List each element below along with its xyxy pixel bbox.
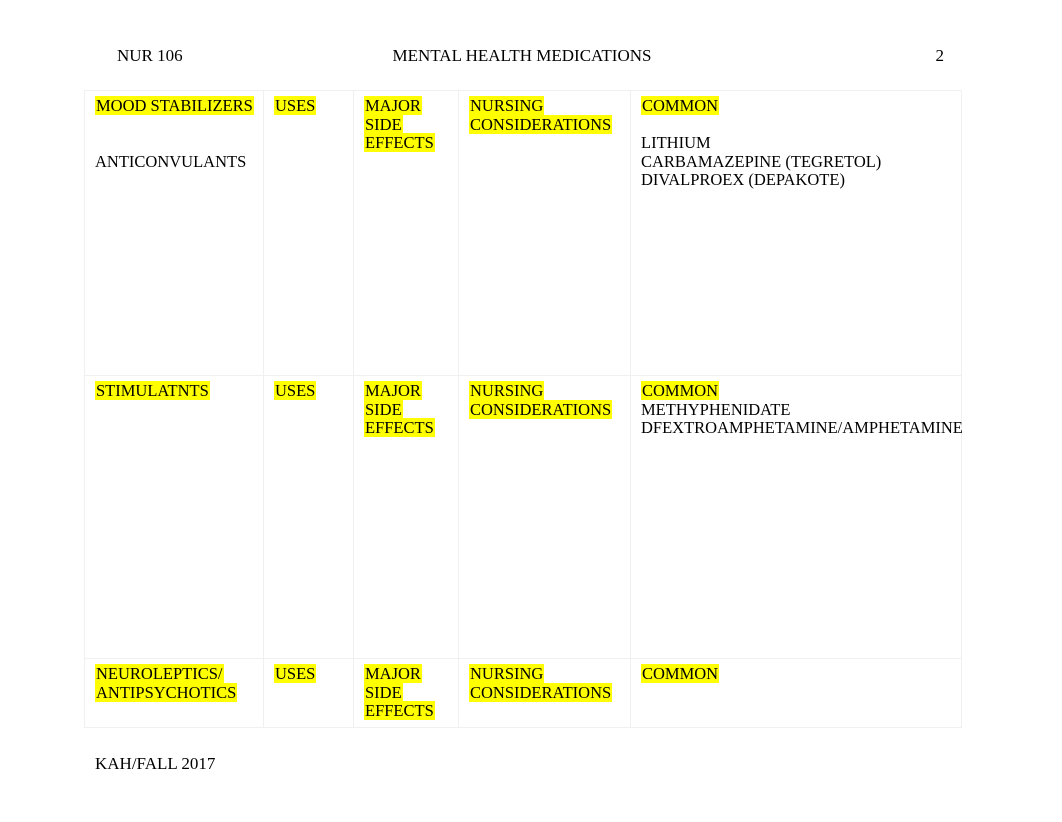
common-heading: COMMON [641, 96, 720, 115]
table-row: STIMULATNTS USES MAJOR SIDE EFFECTS NURS… [84, 375, 963, 659]
side-effects-heading-line-1: MAJOR [364, 96, 422, 115]
document-footer: KAH/FALL 2017 [95, 754, 216, 773]
drug-class-heading: MOOD STABILIZERS [95, 96, 254, 115]
side-effects-heading-line-3: EFFECTS [364, 418, 435, 438]
medication-table: MOOD STABILIZERS ANTICONVULANTS USES MAJ… [84, 90, 963, 728]
medication-name: METHYPHENIDATE [641, 399, 791, 419]
cell-side-effects: MAJOR SIDE EFFECTS [353, 90, 459, 376]
nursing-heading-line-2: CONSIDERATIONS [469, 682, 613, 702]
uses-heading: USES [274, 381, 317, 400]
side-effects-heading-line-3: EFFECTS [364, 701, 435, 721]
cell-uses: USES [263, 375, 354, 659]
nursing-heading-line-2: CONSIDERATIONS [469, 399, 613, 419]
document-header: NUR 106 MENTAL HEALTH MEDICATIONS 2 [84, 44, 960, 68]
medication-name: CARBAMAZEPINE (TEGRETOL) [641, 151, 882, 171]
cell-nursing-considerations: NURSING CONSIDERATIONS [458, 375, 631, 659]
cell-side-effects: MAJOR SIDE EFFECTS [353, 658, 459, 728]
cell-common-medications: COMMON [630, 658, 962, 728]
nursing-heading-line-2: CONSIDERATIONS [469, 114, 613, 134]
side-effects-heading-line-2: SIDE [364, 114, 403, 134]
cell-drug-class: NEUROLEPTICS/ ANTIPSYCHOTICS [84, 658, 264, 728]
medication-name: LITHIUM [641, 133, 711, 153]
common-heading: COMMON [641, 381, 720, 400]
page-title: MENTAL HEALTH MEDICATIONS [392, 46, 652, 65]
drug-class-heading-line-2: ANTIPSYCHOTICS [95, 682, 238, 702]
nursing-heading-line-1: NURSING [469, 96, 545, 115]
cell-nursing-considerations: NURSING CONSIDERATIONS [458, 658, 631, 728]
cell-uses: USES [263, 658, 354, 728]
drug-subclass: ANTICONVULANTS [95, 151, 247, 171]
cell-common-medications: COMMON LITHIUM CARBAMAZEPINE (TEGRETOL) … [630, 90, 962, 376]
cell-drug-class: MOOD STABILIZERS ANTICONVULANTS [84, 90, 264, 376]
nursing-heading-line-1: NURSING [469, 381, 545, 400]
cell-nursing-considerations: NURSING CONSIDERATIONS [458, 90, 631, 376]
uses-heading: USES [274, 664, 317, 683]
header-page-number: 2 [935, 46, 945, 65]
side-effects-heading-line-3: EFFECTS [364, 133, 435, 153]
drug-class-heading-line-1: NEUROLEPTICS/ [95, 664, 224, 683]
cell-uses: USES [263, 90, 354, 376]
document-page: NUR 106 MENTAL HEALTH MEDICATIONS 2 MOOD… [0, 0, 1062, 822]
side-effects-heading-line-2: SIDE [364, 399, 403, 419]
cell-side-effects: MAJOR SIDE EFFECTS [353, 375, 459, 659]
side-effects-heading-line-2: SIDE [364, 682, 403, 702]
medication-name: DFEXTROAMPHETAMINE/AMPHETAMINE [641, 418, 963, 438]
side-effects-heading-line-1: MAJOR [364, 381, 422, 400]
side-effects-heading-line-1: MAJOR [364, 664, 422, 683]
cell-drug-class: STIMULATNTS [84, 375, 264, 659]
cell-common-medications: COMMON METHYPHENIDATE DFEXTROAMPHETAMINE… [630, 375, 963, 659]
common-heading: COMMON [641, 664, 720, 683]
uses-heading: USES [274, 96, 317, 115]
table-row: NEUROLEPTICS/ ANTIPSYCHOTICS USES MAJOR … [84, 658, 962, 728]
drug-class-heading: STIMULATNTS [95, 381, 210, 400]
nursing-heading-line-1: NURSING [469, 664, 545, 683]
medication-name: DIVALPROEX (DEPAKOTE) [641, 170, 845, 190]
table-row: MOOD STABILIZERS ANTICONVULANTS USES MAJ… [84, 90, 962, 376]
